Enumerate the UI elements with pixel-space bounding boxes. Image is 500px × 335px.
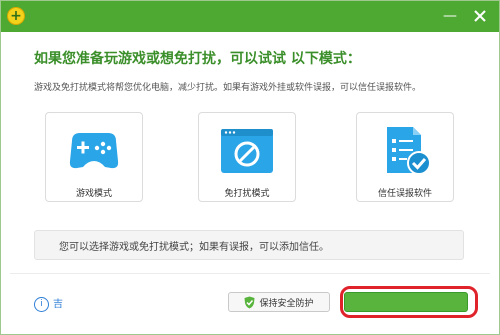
keep-protection-button[interactable]: 保持安全防护 (228, 292, 330, 312)
app-logo-icon: + (7, 7, 25, 25)
footer-help-link[interactable]: i吉 (34, 295, 63, 312)
minimize-icon: — (443, 8, 457, 24)
info-text: 您可以选择游戏或免打扰模式；如果有误报，可以添加信任。 (59, 242, 329, 253)
game-mode-card[interactable]: 游戏模式 (45, 112, 143, 202)
trust-checklist-icon (373, 123, 437, 183)
info-box: 您可以选择游戏或免打扰模式；如果有误报，可以添加信任。 (34, 230, 464, 260)
no-disturb-label: 免打扰模式 (224, 189, 270, 199)
description-text: 游戏及免打扰模式将帮您优化电脑，减少打扰。如果有游戏外挂或软件误报，可以信任误报… (34, 83, 422, 93)
game-mode-label: 游戏模式 (75, 189, 112, 199)
trust-software-card[interactable]: 信任误报软件 (356, 112, 454, 202)
close-icon (474, 10, 486, 22)
minimize-button[interactable]: — (440, 6, 460, 26)
no-disturb-icon (215, 123, 279, 183)
enter-mode-button[interactable] (344, 292, 468, 312)
title-bar: + — (0, 0, 500, 32)
headline: 如果您准备玩游戏或想免打扰，可以试试 以下模式： (34, 51, 361, 67)
footer-link-label: 吉 (53, 299, 63, 310)
keep-protection-label: 保持安全防护 (259, 298, 314, 309)
no-disturb-card[interactable]: 免打扰模式 (198, 112, 296, 202)
shield-icon (244, 296, 255, 308)
close-button[interactable] (470, 6, 490, 26)
footer-divider (10, 273, 490, 274)
info-icon: i (34, 296, 49, 312)
trust-software-label: 信任误报软件 (377, 189, 432, 199)
gamepad-icon (62, 123, 126, 183)
